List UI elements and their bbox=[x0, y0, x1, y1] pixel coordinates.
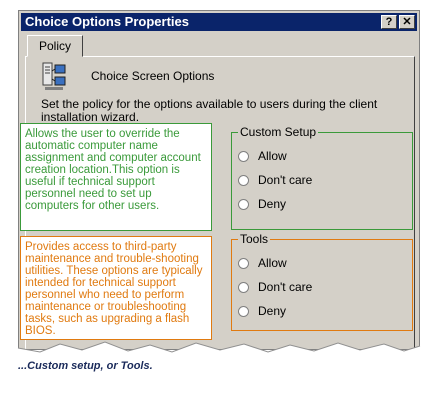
custom-setup-dont-care-radio[interactable]: Don't care bbox=[238, 173, 312, 187]
custom-setup-label: Custom Setup bbox=[238, 125, 319, 139]
torn-edge bbox=[0, 341, 440, 360]
custom-setup-group: Custom Setup Allow Don't care Deny bbox=[231, 125, 413, 230]
title-bar: Choice Options Properties ? ✕ bbox=[21, 13, 417, 31]
tools-group: Tools Allow Don't care Deny bbox=[231, 232, 413, 331]
tools-allow-radio[interactable]: Allow bbox=[238, 256, 287, 270]
window-title: Choice Options Properties bbox=[25, 14, 189, 29]
figure-caption: ...Custom setup, or Tools. bbox=[18, 360, 153, 372]
tools-deny-radio[interactable]: Deny bbox=[238, 304, 286, 318]
custom-setup-allow-radio[interactable]: Allow bbox=[238, 149, 287, 163]
choice-options-heading: Choice Screen Options bbox=[91, 69, 215, 83]
custom-setup-callout: Allows the user to override the automati… bbox=[20, 123, 212, 231]
help-button[interactable]: ? bbox=[381, 15, 397, 29]
tab-policy[interactable]: Policy bbox=[27, 35, 83, 57]
computer-network-icon bbox=[41, 61, 67, 91]
tools-label: Tools bbox=[238, 232, 271, 246]
tools-dont-care-radio[interactable]: Don't care bbox=[238, 280, 312, 294]
policy-description: Set the policy for the options available… bbox=[41, 97, 378, 124]
custom-setup-deny-radio[interactable]: Deny bbox=[238, 197, 286, 211]
close-button[interactable]: ✕ bbox=[399, 15, 415, 29]
tools-callout: Provides access to third-party maintenan… bbox=[20, 236, 212, 340]
